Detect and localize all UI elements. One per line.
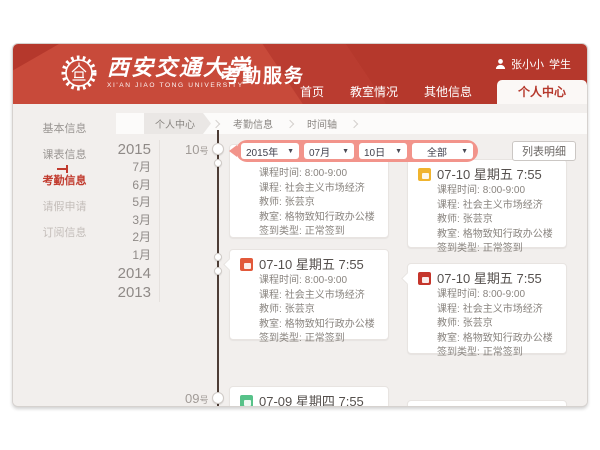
breadcrumb-timeline[interactable]: 时间轴 — [295, 113, 349, 134]
category-select[interactable]: 全部 ▼ — [412, 143, 473, 159]
app-window: 西安交通大学 XI'AN JIAO TONG UNIVERSITY 考勤服务 张… — [12, 43, 588, 407]
attendance-card[interactable]: 07-10 星期五 7:55 课程时间:8:00-9:00 课程:社会主义市场经… — [229, 249, 389, 340]
card-date: 07-10 星期五 7:55 — [437, 269, 542, 288]
user-role: 学生 — [549, 56, 571, 72]
period-month-may[interactable]: 5月 — [108, 194, 151, 212]
day-select[interactable]: 10日 ▼ — [359, 143, 407, 159]
card-date: 07-10 星期五 7:55 — [259, 255, 364, 274]
app-header: 西安交通大学 XI'AN JIAO TONG UNIVERSITY 考勤服务 张… — [13, 44, 587, 104]
period-year-2013[interactable]: 2013 — [108, 283, 151, 302]
attendance-card[interactable]: 07-10 星期五 7:55 课程时间:8:00-9:00 课程:社会主义市场经… — [407, 263, 567, 354]
year-select[interactable]: 2015年 ▼ — [241, 143, 299, 159]
timeline-node[interactable] — [214, 267, 222, 275]
period-month-jul[interactable]: 7月 — [108, 159, 151, 177]
chevron-right-icon — [286, 119, 294, 127]
sidebar-item-basic-info[interactable]: 基本信息 — [13, 116, 116, 142]
month-select-value: 07月 — [309, 144, 330, 159]
user-name: 张小小 — [511, 56, 544, 72]
caret-down-icon: ▼ — [342, 148, 349, 155]
day-select-value: 10日 — [364, 144, 385, 159]
period-month-jun[interactable]: 6月 — [108, 177, 151, 195]
caret-down-icon: ▼ — [395, 148, 402, 155]
timeline-node[interactable] — [214, 253, 222, 261]
attendance-card[interactable]: 07-10 星期五 7:55 课程时间:8:00-9:00 课程:社会主义市场经… — [407, 159, 567, 248]
period-month-feb[interactable]: 2月 — [108, 229, 151, 247]
user-icon — [495, 58, 506, 70]
nav-personal-center[interactable]: 个人中心 — [497, 80, 587, 104]
top-nav: 首页 教室情况 其他信息 个人中心 — [287, 80, 587, 104]
timeline-node[interactable] — [214, 159, 222, 167]
sidebar: 基本信息 课表信息 考勤信息 请假申请 订阅信息 — [13, 104, 116, 407]
page: 西安交通大学 XI'AN JIAO TONG UNIVERSITY 考勤服务 张… — [0, 0, 600, 450]
date-filter-bar: 2015年 ▼ 07月 ▼ 10日 ▼ 全部 ▼ — [236, 140, 478, 162]
caret-down-icon: ▼ — [287, 148, 294, 155]
sidebar-item-subscription-info[interactable]: 订阅信息 — [13, 220, 116, 246]
timeline-period-list: 2015 7月 6月 5月 3月 2月 1月 2014 2013 — [108, 140, 160, 302]
nav-other-info[interactable]: 其他信息 — [411, 80, 485, 104]
breadcrumb-attendance-info[interactable]: 考勤信息 — [221, 113, 285, 134]
sidebar-item-attendance-info[interactable]: 考勤信息 — [13, 168, 116, 194]
signin-status-icon-yellow — [418, 168, 431, 181]
xjtu-gear-emblem-icon — [60, 54, 98, 92]
period-year-2014[interactable]: 2014 — [108, 264, 151, 283]
period-month-mar[interactable]: 3月 — [108, 212, 151, 230]
day-label-09: 09号 — [185, 391, 208, 406]
breadcrumb: 个人中心 考勤信息 时间轴 — [116, 113, 587, 134]
selected-month-marker — [57, 168, 66, 170]
year-select-value: 2015年 — [246, 144, 278, 159]
nav-classrooms[interactable]: 教室情况 — [337, 80, 411, 104]
nav-home[interactable]: 首页 — [287, 80, 337, 104]
card-date: 07-10 星期五 7:55 — [437, 165, 542, 184]
attendance-card[interactable]: 07-09 星期四 7:55 — [229, 386, 389, 407]
card-date: 07-09 星期四 7:55 — [259, 392, 364, 407]
attendance-card[interactable] — [407, 400, 567, 407]
chevron-right-icon — [212, 119, 220, 127]
day-label-10: 10号 — [185, 142, 208, 157]
signin-status-icon-red — [418, 272, 431, 285]
timeline-node[interactable] — [212, 143, 224, 155]
user-info[interactable]: 张小小 学生 — [495, 56, 571, 72]
category-select-value: 全部 — [427, 144, 447, 159]
list-detail-button[interactable]: 列表明细 — [512, 141, 576, 161]
caret-down-icon: ▼ — [461, 148, 468, 155]
month-select[interactable]: 07月 ▼ — [304, 143, 354, 159]
sidebar-item-schedule-info[interactable]: 课表信息 — [13, 142, 116, 168]
timeline-node[interactable] — [212, 392, 224, 404]
chevron-right-icon — [350, 119, 358, 127]
signin-status-icon-green — [240, 395, 253, 407]
breadcrumb-personal-center[interactable]: 个人中心 — [144, 113, 211, 134]
period-month-jan[interactable]: 1月 — [108, 247, 151, 265]
app-body: 基本信息 课表信息 考勤信息 请假申请 订阅信息 个人中心 考勤信息 时间轴 2… — [13, 104, 587, 407]
sidebar-item-leave-request[interactable]: 请假申请 — [13, 194, 116, 220]
period-year[interactable]: 2015 — [108, 140, 151, 159]
signin-status-icon-orange — [240, 258, 253, 271]
